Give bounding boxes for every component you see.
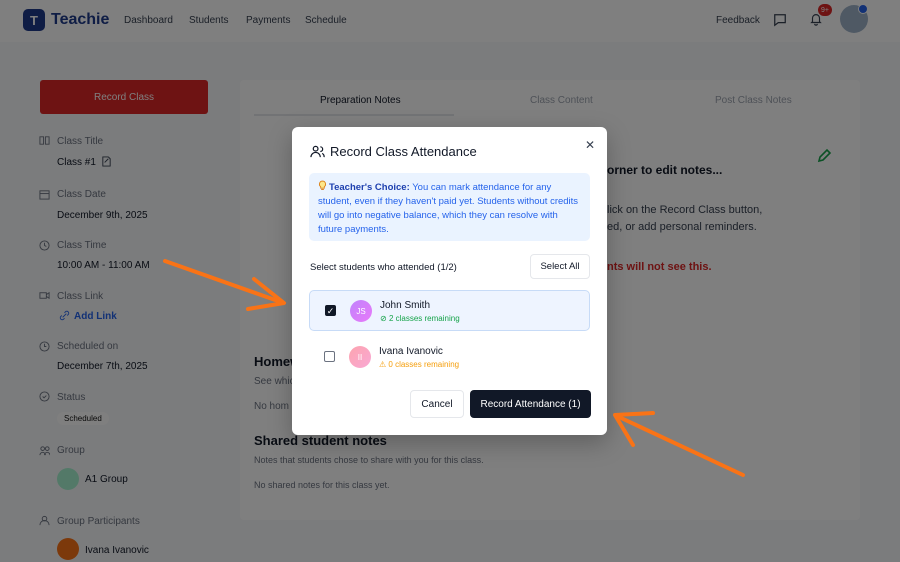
student-row[interactable]: II Ivana Ivanovic ⚠ 0 classes remaining [309,337,590,378]
attendance-modal: Record Class Attendance ✕ Teacher's Choi… [292,127,607,435]
info-box: Teacher's Choice: You can mark attendanc… [309,173,590,241]
student-credits-text: 2 classes remaining [388,314,460,323]
student-credits: ⚠ 0 classes remaining [379,360,459,369]
student-credits-text: 0 classes remaining [388,360,460,369]
student-name: John Smith [380,300,431,311]
student-row[interactable]: ✓ JS John Smith ⊘ 2 classes remaining [309,290,590,331]
student-name: Ivana Ivanovic [379,346,443,357]
modal-title: Record Class Attendance [330,144,477,159]
close-icon[interactable]: ✕ [584,139,596,151]
users-icon [310,145,325,158]
student-avatar: JS [350,300,372,322]
info-bold: Teacher's Choice: [329,182,410,193]
lightbulb-icon [319,180,326,190]
student-checkbox[interactable] [324,351,335,362]
warning-icon: ⚠ [379,360,389,369]
student-avatar: II [349,346,371,368]
cancel-button[interactable]: Cancel [410,390,464,418]
student-credits: ⊘ 2 classes remaining [380,314,460,323]
check-circle-icon: ⊘ [380,314,389,323]
annotation-arrow-left [163,259,286,311]
select-all-button[interactable]: Select All [530,254,590,279]
select-students-label: Select students who attended (1/2) [310,262,457,273]
student-checkbox[interactable]: ✓ [325,305,336,316]
record-attendance-button[interactable]: Record Attendance (1) [470,390,591,418]
annotation-arrow-right [613,411,745,477]
